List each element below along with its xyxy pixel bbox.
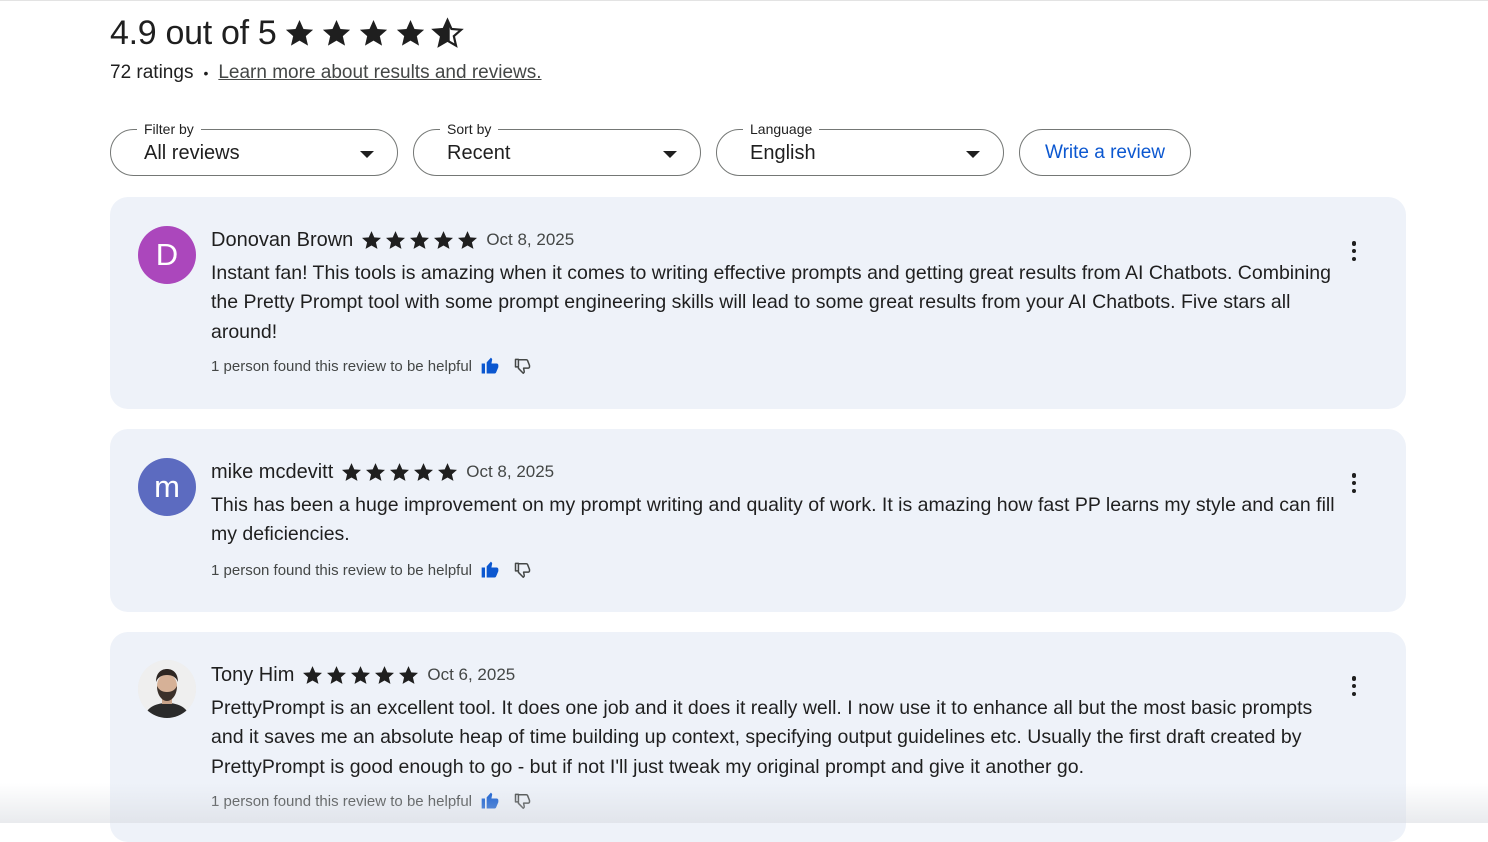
helpful-text: 1 person found this review to be helpful [211, 357, 472, 375]
review-card: Tony Him Oct 6, 2025 PrettyPrompt is an … [110, 632, 1406, 842]
thumb-down-icon [514, 793, 531, 809]
caret-down-icon [966, 151, 980, 158]
language-value: English [750, 142, 816, 164]
filter-by-select[interactable]: Filter by All reviews [110, 121, 398, 176]
helpful-text: 1 person found this review to be helpful [211, 561, 472, 579]
filter-by-label: Filter by [137, 121, 201, 137]
review-author: Donovan Brown [211, 228, 354, 251]
star-icon [438, 462, 458, 481]
review-author: mike mcdevitt [211, 460, 334, 483]
star-icon [351, 665, 371, 684]
review-stars [360, 229, 479, 252]
thumb-up-button[interactable] [480, 560, 500, 580]
more-options-button[interactable] [1342, 239, 1366, 263]
review-date: Oct 8, 2025 [466, 462, 555, 481]
helpful-text: 1 person found this review to be helpful [211, 792, 472, 810]
separator-dot: • [203, 65, 209, 81]
more-vert-icon [1351, 676, 1357, 681]
language-select[interactable]: Language English [716, 121, 1004, 176]
average-stars [283, 16, 464, 50]
more-vert-icon [1351, 473, 1357, 478]
thumb-down-button[interactable] [513, 356, 533, 376]
filter-by-value: All reviews [144, 142, 240, 164]
star-icon [396, 19, 424, 46]
star-icon [342, 462, 362, 481]
more-options-button[interactable] [1342, 471, 1366, 495]
thumb-up-icon [481, 561, 499, 578]
star-icon [366, 462, 386, 481]
caret-down-icon [360, 151, 374, 158]
star-half-icon [430, 16, 464, 48]
write-review-button[interactable]: Write a review [1019, 129, 1191, 176]
thumb-down-icon [514, 358, 531, 374]
thumb-down-button[interactable] [513, 791, 533, 811]
thumb-up-icon [481, 792, 499, 809]
thumb-up-button[interactable] [480, 791, 500, 811]
learn-more-link[interactable]: Learn more about results and reviews. [218, 62, 541, 84]
language-label: Language [743, 121, 820, 137]
star-icon [390, 462, 410, 481]
review-author: Tony Him [211, 663, 295, 686]
more-options-button[interactable] [1342, 674, 1366, 698]
thumb-down-icon [514, 562, 531, 578]
star-icon [414, 462, 434, 481]
ratings-count: 72 ratings [110, 62, 194, 83]
thumb-up-icon [481, 357, 499, 374]
review-card: m mike mcdevitt Oct 8, 2025 This has bee… [110, 429, 1406, 612]
review-date: Oct 8, 2025 [486, 230, 575, 249]
helpful-row: 1 person found this review to be helpful [211, 356, 533, 376]
star-icon [303, 665, 323, 684]
helpful-row: 1 person found this review to be helpful [211, 560, 533, 580]
review-controls: Filter by All reviews Sort by Recent Lan… [110, 121, 1191, 176]
star-icon [386, 230, 406, 249]
review-text: Instant fan! This tools is amazing when … [211, 262, 1331, 343]
star-icon [375, 665, 395, 684]
profile-photo [138, 660, 196, 718]
sort-by-value: Recent [447, 142, 511, 164]
avatar [138, 660, 196, 718]
star-icon [399, 665, 419, 684]
rating-summary: 4.9 out of 5 72 ratings • Learn more abo… [110, 12, 542, 84]
star-icon [327, 665, 347, 684]
helpful-row: 1 person found this review to be helpful [211, 791, 533, 811]
review-stars [340, 461, 459, 484]
review-text: PrettyPrompt is an excellent tool. It do… [211, 697, 1313, 778]
average-rating: 4.9 out of 5 [110, 13, 277, 52]
review-card: D Donovan Brown Oct 8, 2025 Instant fan!… [110, 197, 1406, 409]
avatar: D [138, 226, 196, 284]
sort-by-label: Sort by [440, 121, 499, 137]
thumb-down-button[interactable] [513, 560, 533, 580]
caret-down-icon [663, 151, 677, 158]
star-icon [359, 19, 387, 46]
top-divider [0, 0, 1488, 1]
star-icon [410, 230, 430, 249]
thumb-up-button[interactable] [480, 356, 500, 376]
star-icon [362, 230, 382, 249]
more-vert-icon [1351, 241, 1357, 246]
star-icon [285, 19, 313, 46]
review-text: This has been a huge improvement on my p… [211, 494, 1335, 546]
avatar-letter: D [155, 237, 179, 272]
review-stars [301, 664, 420, 687]
star-icon [458, 230, 478, 249]
avatar-letter: m [154, 469, 180, 504]
star-icon [322, 19, 350, 46]
avatar: m [138, 458, 196, 516]
review-date: Oct 6, 2025 [427, 665, 516, 684]
star-icon [434, 230, 454, 249]
sort-by-select[interactable]: Sort by Recent [413, 121, 701, 176]
